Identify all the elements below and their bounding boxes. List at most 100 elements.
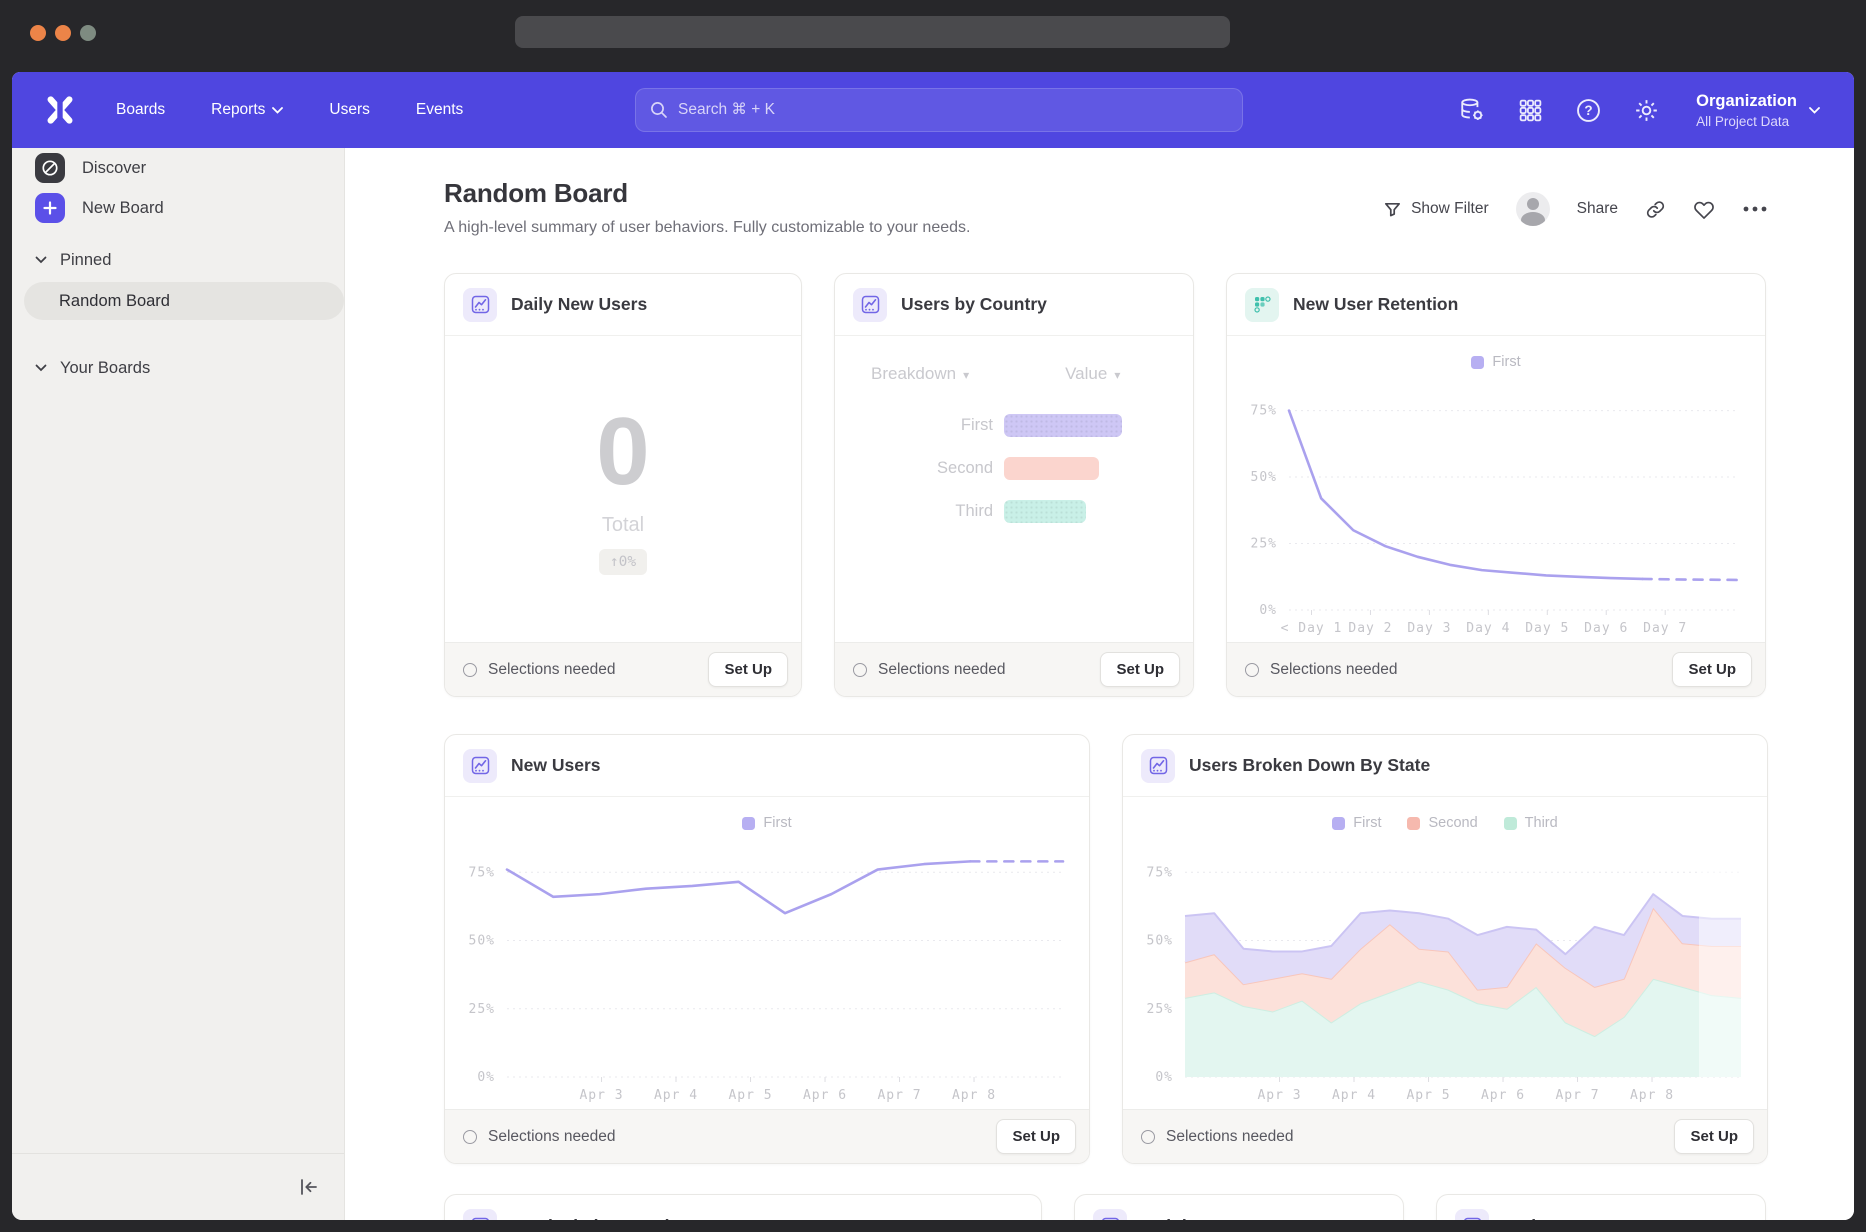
card-new-user-retention: New User Retention First 0%25%50%75%< Da… — [1226, 273, 1766, 697]
apps-grid-button[interactable] — [1516, 96, 1544, 124]
card-header: New User Retention — [1227, 274, 1765, 336]
bar-label: Second — [835, 459, 993, 478]
org-text: Organization All Project Data — [1696, 92, 1797, 129]
line-chart-icon — [853, 288, 887, 322]
org-switcher[interactable]: Organization All Project Data — [1696, 92, 1820, 129]
card-title: Active Users — [1503, 1216, 1609, 1221]
svg-text:0%: 0% — [1155, 1070, 1173, 1085]
card-header: Daily New Users — [445, 274, 801, 336]
legend-item: First — [1332, 815, 1381, 831]
set-up-button[interactable]: Set Up — [996, 1119, 1076, 1154]
share-button[interactable]: Share — [1577, 200, 1618, 218]
search-input[interactable] — [678, 101, 1228, 119]
bar-first — [1004, 414, 1122, 437]
card-users-by-state: Users Broken Down By State FirstSecondTh… — [1122, 734, 1768, 1164]
sidebar-item-label: Discover — [82, 159, 146, 178]
svg-text:0%: 0% — [477, 1070, 495, 1085]
country-bar-list: First Second Third — [835, 414, 1193, 543]
nav-item-reports[interactable]: Reports — [211, 101, 283, 119]
collapse-sidebar-icon[interactable] — [298, 1177, 320, 1197]
legend-swatch-icon — [1407, 817, 1420, 830]
avatar[interactable] — [1516, 192, 1550, 226]
svg-text:50%: 50% — [1251, 470, 1277, 485]
card-stacked-line-graph: Stacked Line Graph — [444, 1194, 1042, 1220]
line-chart-icon — [1455, 1209, 1489, 1220]
breakdown-dropdown[interactable]: Breakdown▾ — [871, 364, 969, 384]
card-title: Stacked Line Graph — [511, 1216, 675, 1221]
chevron-down-icon — [35, 256, 47, 264]
settings-button[interactable] — [1632, 96, 1660, 124]
card-footer: Selections needed Set Up — [445, 642, 801, 696]
window-control-close[interactable] — [30, 25, 46, 41]
window-control-minimize[interactable] — [55, 25, 71, 41]
legend-swatch-icon — [1504, 817, 1517, 830]
card-new-users: New Users First 0%25%50%75%Apr 3Apr 4Apr… — [444, 734, 1090, 1164]
help-button[interactable]: ? — [1574, 96, 1602, 124]
window-controls — [30, 25, 96, 41]
set-up-button[interactable]: Set Up — [1100, 652, 1180, 687]
sidebar-section-label: Your Boards — [60, 359, 150, 378]
nav-item-boards[interactable]: Boards — [116, 101, 165, 119]
set-up-button[interactable]: Set Up — [708, 652, 788, 687]
nav-item-events[interactable]: Events — [416, 101, 463, 119]
status-text: Selections needed — [463, 1128, 616, 1146]
svg-text:0%: 0% — [1259, 603, 1277, 618]
filter-icon — [1383, 200, 1402, 219]
new-users-line-chart: 0%25%50%75%Apr 3Apr 4Apr 5Apr 6Apr 7Apr … — [451, 837, 1079, 1107]
page-title: Random Board — [444, 178, 970, 209]
copy-link-button[interactable] — [1645, 199, 1666, 220]
line-chart-icon — [463, 1209, 497, 1220]
card-title: New Users — [511, 755, 601, 776]
sidebar-item-random-board[interactable]: Random Board — [24, 282, 344, 320]
sidebar-section-your-boards[interactable]: Your Boards — [26, 348, 330, 388]
link-icon — [1645, 199, 1666, 220]
main-content: Random Board A high-level summary of use… — [345, 148, 1854, 1220]
metric-value: 0 — [596, 404, 649, 500]
card-active-users: Active Users — [1436, 1194, 1766, 1220]
value-dropdown[interactable]: Value▾ — [1065, 364, 1120, 384]
svg-text:Apr 5: Apr 5 — [1406, 1088, 1450, 1103]
sidebar-item-new-board[interactable]: New Board — [26, 188, 330, 228]
status-circle-icon — [1245, 663, 1259, 677]
legend-item: First — [742, 815, 791, 831]
favorite-button[interactable] — [1693, 199, 1715, 220]
window-control-maximize[interactable] — [80, 25, 96, 41]
svg-text:Apr 8: Apr 8 — [952, 1088, 996, 1103]
card-header: Users Broken Down By State — [1123, 735, 1767, 797]
bar-label: First — [835, 416, 993, 435]
set-up-button[interactable]: Set Up — [1672, 652, 1752, 687]
sidebar-item-discover[interactable]: Discover — [26, 148, 330, 188]
sidebar-section-pinned[interactable]: Pinned — [26, 240, 330, 280]
global-search[interactable] — [635, 88, 1243, 132]
legend-swatch-icon — [742, 817, 755, 830]
svg-text:Day 6: Day 6 — [1584, 621, 1628, 636]
mixpanel-logo-icon[interactable] — [46, 96, 74, 124]
nav-item-users[interactable]: Users — [329, 101, 369, 119]
board-actions: Show Filter Share — [1383, 192, 1768, 226]
address-bar[interactable] — [515, 16, 1230, 48]
metric-label: Total — [602, 514, 644, 537]
retention-grid-icon — [1245, 288, 1279, 322]
card-daily-new-users: Daily New Users 0 Total ↑0% Selections n… — [444, 273, 802, 697]
line-chart-icon — [463, 749, 497, 783]
status-text: Selections needed — [1245, 661, 1398, 679]
card-title: Users Broken Down By State — [1189, 755, 1430, 776]
bar-third — [1004, 500, 1086, 523]
card-header: New Users — [445, 735, 1089, 797]
card-title: New User Retention — [1293, 294, 1458, 315]
card-footer: Selections needed Set Up — [1227, 642, 1765, 696]
legend-item: Third — [1504, 815, 1558, 831]
card-footer: Selections needed Set Up — [445, 1109, 1089, 1163]
data-management-button[interactable] — [1458, 96, 1486, 124]
nav-item-label: Reports — [211, 101, 265, 119]
caret-down-icon: ▾ — [963, 368, 969, 382]
database-gear-icon — [1459, 97, 1485, 123]
set-up-button[interactable]: Set Up — [1674, 1119, 1754, 1154]
show-filter-button[interactable]: Show Filter — [1383, 200, 1489, 219]
more-options-button[interactable] — [1742, 205, 1768, 213]
svg-text:25%: 25% — [469, 1002, 495, 1017]
legend-label: First — [1492, 354, 1520, 370]
window-titlebar — [0, 0, 1866, 72]
sidebar-item-label: Random Board — [59, 292, 170, 311]
svg-text:Day 7: Day 7 — [1643, 621, 1687, 636]
